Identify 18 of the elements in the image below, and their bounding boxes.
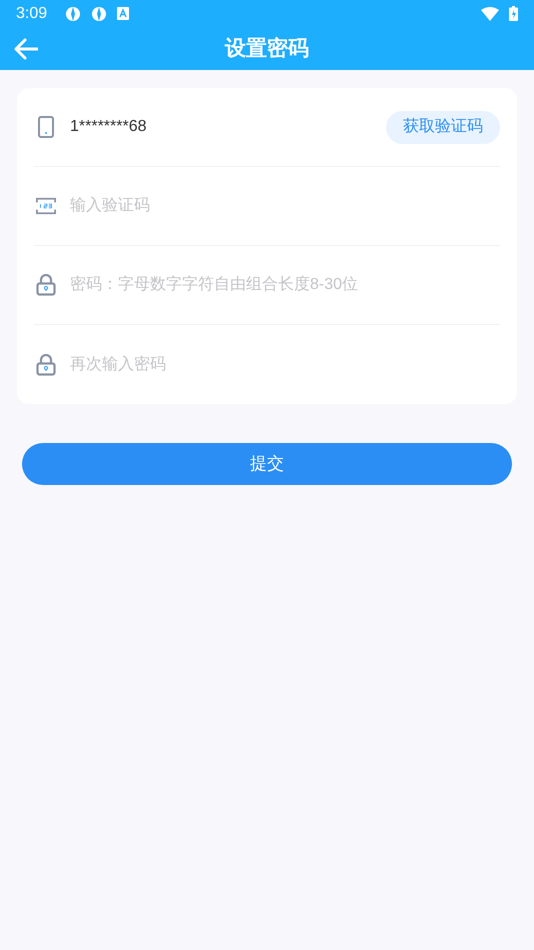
wifi-icon xyxy=(481,6,499,20)
page-title: 设置密码 xyxy=(225,36,309,62)
phone-icon xyxy=(38,116,54,138)
keyboard-notification-icon xyxy=(117,7,130,20)
get-code-button[interactable]: 获取验证码 xyxy=(386,110,500,144)
code-icon xyxy=(36,197,56,215)
lock-icon xyxy=(36,274,56,296)
submit-button[interactable]: 提交 xyxy=(22,443,512,485)
input-field[interactable]: 再次输入密码 xyxy=(70,352,500,376)
battery-icon xyxy=(509,6,518,21)
app-notification-icon xyxy=(91,6,108,22)
app-notification-icon xyxy=(65,6,82,22)
status-time: 3:09 xyxy=(16,4,48,24)
input-field[interactable]: 密码：字母数字字符自由组合长度8-30位 xyxy=(70,273,500,297)
input-field[interactable]: 输入验证码 xyxy=(70,194,500,218)
lock-icon xyxy=(36,354,56,376)
back-arrow-icon xyxy=(14,38,38,60)
phone-number: 1********68 xyxy=(70,117,148,137)
